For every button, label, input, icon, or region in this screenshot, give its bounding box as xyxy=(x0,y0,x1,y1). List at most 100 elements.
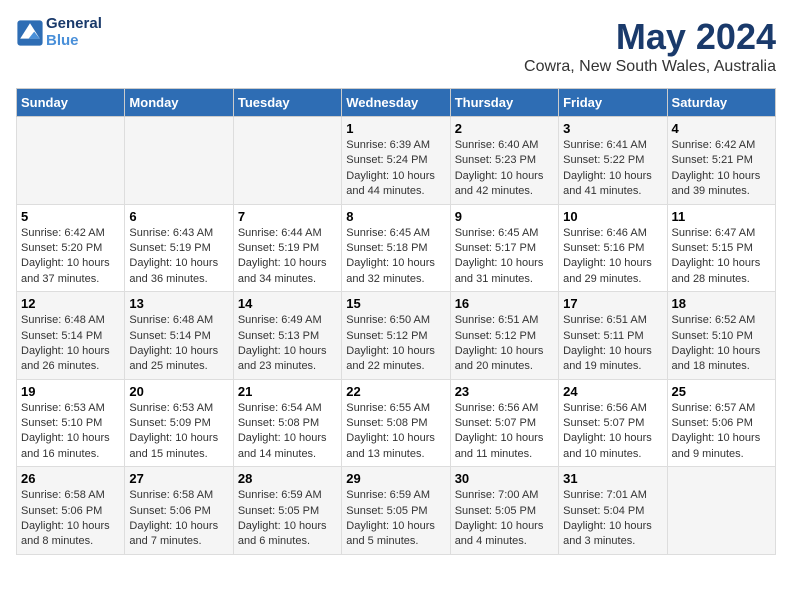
date-number: 1 xyxy=(346,121,445,136)
calendar-cell: 31Sunrise: 7:01 AM Sunset: 5:04 PM Dayli… xyxy=(559,467,667,555)
calendar-cell: 24 Sunrise: 6:56 AM Sunset: 5:07 PM Dayli… xyxy=(559,379,667,467)
calendar-cell: 16 Sunrise: 6:51 AM Sunset: 5:12 PM Dayli… xyxy=(450,292,558,380)
cell-content: Sunrise: 6:53 AM Sunset: 5:09 PM Dayligh… xyxy=(129,401,228,463)
date-number: 5 xyxy=(21,209,120,224)
calendar-cell: 18 Sunrise: 6:52 AM Sunset: 5:10 PM Dayli… xyxy=(667,292,775,380)
calendar-cell: 11 Sunrise: 6:47 AM Sunset: 5:15 PM Dayli… xyxy=(667,204,775,292)
cell-content: Sunrise: 6:44 AM Sunset: 5:19 PM Dayligh… xyxy=(238,226,337,288)
cell-content: Sunrise: 6:49 AM Sunset: 5:13 PM Dayligh… xyxy=(238,313,337,375)
date-number: 3 xyxy=(563,121,662,136)
calendar-week-row: 19Sunrise: 6:53 AM Sunset: 5:10 PM Dayli… xyxy=(17,379,776,467)
cell-content: Sunrise: 6:48 AM Sunset: 5:14 PM Dayligh… xyxy=(129,313,228,375)
date-number: 9 xyxy=(455,209,554,224)
cell-content: Sunrise: 6:56 AM Sunset: 5:07 PM Dayligh… xyxy=(563,401,662,463)
calendar-header-cell: Wednesday xyxy=(342,89,450,117)
calendar-cell: 23 Sunrise: 6:56 AM Sunset: 5:07 PM Dayli… xyxy=(450,379,558,467)
calendar-cell xyxy=(125,117,233,205)
date-number: 12 xyxy=(21,296,120,311)
top-bar: General Blue May 2024 Cowra, New South W… xyxy=(16,16,776,80)
cell-content: Sunrise: 6:59 AM Sunset: 5:05 PM Dayligh… xyxy=(238,488,337,550)
date-number: 17 xyxy=(563,296,662,311)
date-number: 19 xyxy=(21,384,120,399)
calendar-cell: 13 Sunrise: 6:48 AM Sunset: 5:14 PM Dayli… xyxy=(125,292,233,380)
calendar-week-row: 1 Sunrise: 6:39 AM Sunset: 5:24 PM Daylig… xyxy=(17,117,776,205)
cell-content: Sunrise: 6:40 AM Sunset: 5:23 PM Dayligh… xyxy=(455,138,554,200)
calendar-cell: 26 Sunrise: 6:58 AM Sunset: 5:06 PM Dayli… xyxy=(17,467,125,555)
calendar-week-row: 12 Sunrise: 6:48 AM Sunset: 5:14 PM Dayli… xyxy=(17,292,776,380)
cell-content: Sunrise: 6:51 AM Sunset: 5:12 PM Dayligh… xyxy=(455,313,554,375)
cell-content: Sunrise: 6:58 AM Sunset: 5:06 PM Dayligh… xyxy=(129,488,228,550)
calendar-cell xyxy=(17,117,125,205)
date-number: 11 xyxy=(672,209,771,224)
cell-content: Sunrise: 7:00 AM Sunset: 5:05 PM Dayligh… xyxy=(455,488,554,550)
calendar-cell: 28 Sunrise: 6:59 AM Sunset: 5:05 PM Dayli… xyxy=(233,467,341,555)
cell-content: Sunrise: 6:52 AM Sunset: 5:10 PM Dayligh… xyxy=(672,313,771,375)
calendar-cell: 8 Sunrise: 6:45 AM Sunset: 5:18 PM Daylig… xyxy=(342,204,450,292)
cell-content: Sunrise: 6:45 AM Sunset: 5:17 PM Dayligh… xyxy=(455,226,554,288)
cell-content: Sunrise: 6:56 AM Sunset: 5:07 PM Dayligh… xyxy=(455,401,554,463)
date-number: 20 xyxy=(129,384,228,399)
date-number: 24 xyxy=(563,384,662,399)
calendar-cell: 10 Sunrise: 6:46 AM Sunset: 5:16 PM Dayli… xyxy=(559,204,667,292)
calendar-cell: 4Sunrise: 6:42 AM Sunset: 5:21 PM Daylig… xyxy=(667,117,775,205)
logo: General Blue xyxy=(16,16,102,49)
date-number: 18 xyxy=(672,296,771,311)
cell-content: Sunrise: 6:57 AM Sunset: 5:06 PM Dayligh… xyxy=(672,401,771,463)
date-number: 22 xyxy=(346,384,445,399)
cell-content: Sunrise: 6:59 AM Sunset: 5:05 PM Dayligh… xyxy=(346,488,445,550)
calendar-cell: 3 Sunrise: 6:41 AM Sunset: 5:22 PM Daylig… xyxy=(559,117,667,205)
cell-content: Sunrise: 6:47 AM Sunset: 5:15 PM Dayligh… xyxy=(672,226,771,288)
logo-line1: General xyxy=(46,16,102,33)
date-number: 23 xyxy=(455,384,554,399)
date-number: 16 xyxy=(455,296,554,311)
date-number: 14 xyxy=(238,296,337,311)
calendar-header-cell: Friday xyxy=(559,89,667,117)
calendar-cell: 19Sunrise: 6:53 AM Sunset: 5:10 PM Dayli… xyxy=(17,379,125,467)
calendar-cell: 15Sunrise: 6:50 AM Sunset: 5:12 PM Dayli… xyxy=(342,292,450,380)
calendar-header-cell: Sunday xyxy=(17,89,125,117)
calendar-cell: 6 Sunrise: 6:43 AM Sunset: 5:19 PM Daylig… xyxy=(125,204,233,292)
logo-line2: Blue xyxy=(46,33,102,50)
calendar-header-cell: Thursday xyxy=(450,89,558,117)
calendar-cell: 1 Sunrise: 6:39 AM Sunset: 5:24 PM Daylig… xyxy=(342,117,450,205)
calendar-cell: 9 Sunrise: 6:45 AM Sunset: 5:17 PM Daylig… xyxy=(450,204,558,292)
date-number: 31 xyxy=(563,471,662,486)
date-number: 10 xyxy=(563,209,662,224)
calendar-body: 1 Sunrise: 6:39 AM Sunset: 5:24 PM Daylig… xyxy=(17,117,776,555)
main-title: May 2024 xyxy=(524,16,776,58)
cell-content: Sunrise: 6:58 AM Sunset: 5:06 PM Dayligh… xyxy=(21,488,120,550)
cell-content: Sunrise: 6:41 AM Sunset: 5:22 PM Dayligh… xyxy=(563,138,662,200)
date-number: 6 xyxy=(129,209,228,224)
cell-content: Sunrise: 6:39 AM Sunset: 5:24 PM Dayligh… xyxy=(346,138,445,200)
calendar-week-row: 26 Sunrise: 6:58 AM Sunset: 5:06 PM Dayli… xyxy=(17,467,776,555)
calendar-cell: 21Sunrise: 6:54 AM Sunset: 5:08 PM Dayli… xyxy=(233,379,341,467)
date-number: 8 xyxy=(346,209,445,224)
date-number: 25 xyxy=(672,384,771,399)
calendar-header-row: SundayMondayTuesdayWednesdayThursdayFrid… xyxy=(17,89,776,117)
date-number: 4 xyxy=(672,121,771,136)
calendar-cell: 7Sunrise: 6:44 AM Sunset: 5:19 PM Daylig… xyxy=(233,204,341,292)
calendar-header-cell: Saturday xyxy=(667,89,775,117)
cell-content: Sunrise: 6:45 AM Sunset: 5:18 PM Dayligh… xyxy=(346,226,445,288)
date-number: 28 xyxy=(238,471,337,486)
date-number: 29 xyxy=(346,471,445,486)
subtitle: Cowra, New South Wales, Australia xyxy=(524,58,776,76)
calendar-cell: 30 Sunrise: 7:00 AM Sunset: 5:05 PM Dayli… xyxy=(450,467,558,555)
calendar-cell: 29 Sunrise: 6:59 AM Sunset: 5:05 PM Dayli… xyxy=(342,467,450,555)
calendar-week-row: 5 Sunrise: 6:42 AM Sunset: 5:20 PM Daylig… xyxy=(17,204,776,292)
date-number: 26 xyxy=(21,471,120,486)
date-number: 21 xyxy=(238,384,337,399)
cell-content: Sunrise: 6:42 AM Sunset: 5:20 PM Dayligh… xyxy=(21,226,120,288)
cell-content: Sunrise: 6:55 AM Sunset: 5:08 PM Dayligh… xyxy=(346,401,445,463)
calendar-header-cell: Tuesday xyxy=(233,89,341,117)
calendar-cell: 20 Sunrise: 6:53 AM Sunset: 5:09 PM Dayli… xyxy=(125,379,233,467)
calendar-cell: 2Sunrise: 6:40 AM Sunset: 5:23 PM Daylig… xyxy=(450,117,558,205)
cell-content: Sunrise: 6:46 AM Sunset: 5:16 PM Dayligh… xyxy=(563,226,662,288)
calendar-cell xyxy=(667,467,775,555)
date-number: 15 xyxy=(346,296,445,311)
date-number: 13 xyxy=(129,296,228,311)
calendar-cell: 25 Sunrise: 6:57 AM Sunset: 5:06 PM Dayli… xyxy=(667,379,775,467)
calendar-table: SundayMondayTuesdayWednesdayThursdayFrid… xyxy=(16,88,776,555)
date-number: 30 xyxy=(455,471,554,486)
cell-content: Sunrise: 6:43 AM Sunset: 5:19 PM Dayligh… xyxy=(129,226,228,288)
